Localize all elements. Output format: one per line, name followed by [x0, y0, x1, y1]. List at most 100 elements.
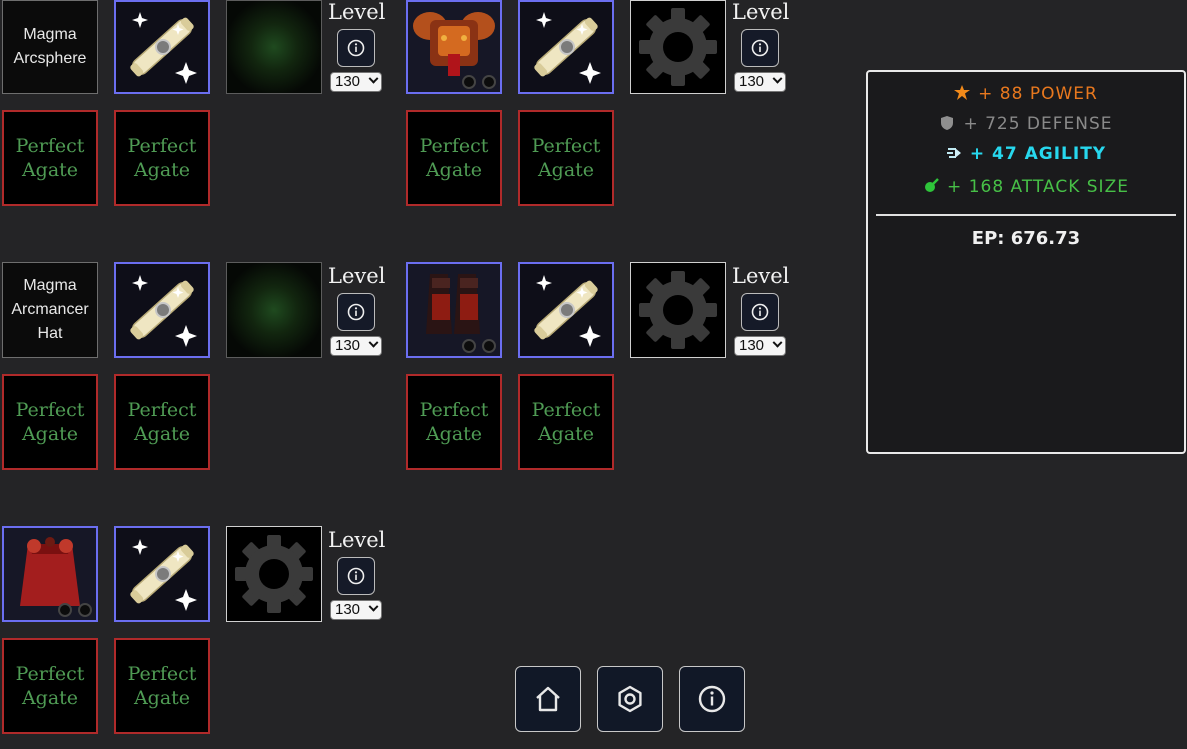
item-slot-gauntlets[interactable] — [406, 262, 502, 358]
socket-icon — [482, 75, 496, 89]
gem-label: Perfect Agate — [127, 663, 197, 709]
attack-size-icon — [925, 178, 939, 192]
item-slot-chest-armor[interactable] — [406, 0, 502, 94]
enchant-scroll-slot[interactable] — [518, 0, 614, 94]
level-info-button[interactable] — [337, 29, 375, 67]
gem-slot[interactable]: Perfect Agate — [2, 638, 98, 734]
gem-label: Perfect Agate — [531, 399, 601, 445]
chevron-down-icon — [772, 73, 783, 84]
gem-slot[interactable]: Perfect Agate — [114, 110, 210, 206]
item-name: Magma Arcmancer Hat — [11, 277, 89, 342]
level-select[interactable]: 130 — [330, 336, 382, 356]
info-icon — [347, 39, 365, 57]
enchant-scroll-slot[interactable] — [114, 0, 210, 94]
stat-agility: + 47 AGILITY — [868, 144, 1184, 164]
scroll-icon — [534, 12, 601, 84]
gear-icon — [235, 535, 313, 613]
stats-panel: + 88 POWER + 725 DEFENSE + 47 AGILITY + … — [866, 70, 1186, 454]
settings-button[interactable] — [597, 666, 663, 732]
enchant-scroll-slot[interactable] — [518, 262, 614, 358]
info-button[interactable] — [679, 666, 745, 732]
level-info-button[interactable] — [741, 293, 779, 331]
info-icon — [347, 567, 365, 585]
info-icon — [347, 303, 365, 321]
scroll-icon — [534, 275, 601, 347]
socket-icon — [482, 339, 496, 353]
item-slot-magma-arcsphere[interactable]: Magma Arcsphere — [2, 0, 98, 94]
stat-attack-size-text: + 168 ATTACK SIZE — [947, 177, 1129, 197]
enchant-scroll-slot[interactable] — [114, 526, 210, 622]
level-select[interactable]: 130 — [734, 336, 786, 356]
agility-icon — [946, 148, 961, 158]
ep-value: EP: 676.73 — [971, 228, 1081, 249]
level-info-button[interactable] — [337, 293, 375, 331]
gem-slot[interactable]: Perfect Agate — [518, 374, 614, 470]
empty-gear-slot[interactable] — [226, 526, 322, 622]
chevron-down-icon — [368, 601, 379, 612]
gem-label: Perfect Agate — [127, 399, 197, 445]
scroll-icon — [130, 539, 197, 611]
scroll-icon — [130, 12, 197, 84]
gear-icon — [639, 8, 717, 86]
gear-icon — [639, 271, 717, 349]
info-icon — [698, 685, 726, 713]
home-icon — [536, 686, 560, 712]
empty-gear-slot[interactable] — [630, 0, 726, 94]
socket-icon — [58, 603, 72, 617]
gem-label: Perfect Agate — [15, 399, 85, 445]
level-info-button[interactable] — [337, 557, 375, 595]
stat-power: + 88 POWER — [868, 84, 1184, 104]
level-select-value: 130 — [335, 601, 361, 618]
empty-gear-slot[interactable] — [630, 262, 726, 358]
level-select-value: 130 — [335, 337, 361, 354]
gem-label: Perfect Agate — [419, 135, 489, 181]
level-label: Level — [328, 264, 386, 288]
gem-slot[interactable]: Perfect Agate — [2, 374, 98, 470]
level-select-value: 130 — [739, 337, 765, 354]
stat-defense-text: + 725 DEFENSE — [963, 114, 1113, 134]
gem-slot[interactable]: Perfect Agate — [114, 638, 210, 734]
stat-attack-size: + 168 ATTACK SIZE — [868, 177, 1184, 197]
shield-icon — [941, 116, 954, 130]
scroll-icon — [130, 275, 197, 347]
level-label: Level — [328, 528, 386, 552]
hexagon-settings-icon — [618, 685, 642, 713]
gem-slot[interactable]: Perfect Agate — [2, 110, 98, 206]
level-select[interactable]: 130 — [330, 72, 382, 92]
empty-green-slot[interactable] — [226, 0, 322, 94]
gem-label: Perfect Agate — [531, 135, 601, 181]
chevron-down-icon — [368, 337, 379, 348]
level-select-value: 130 — [739, 73, 765, 90]
stat-defense: + 725 DEFENSE — [868, 114, 1184, 134]
enchant-scroll-slot[interactable] — [114, 262, 210, 358]
stat-power-text: + 88 POWER — [978, 84, 1098, 104]
item-slot-cape[interactable] — [2, 526, 98, 622]
level-label: Level — [732, 264, 790, 288]
gem-slot[interactable]: Perfect Agate — [114, 374, 210, 470]
info-icon — [751, 303, 769, 321]
socket-icon — [462, 339, 476, 353]
gem-label: Perfect Agate — [419, 399, 489, 445]
level-select[interactable]: 130 — [734, 72, 786, 92]
gem-label: Perfect Agate — [127, 135, 197, 181]
chevron-down-icon — [772, 337, 783, 348]
panel-divider — [876, 214, 1176, 216]
empty-green-slot[interactable] — [226, 262, 322, 358]
info-icon — [751, 39, 769, 57]
item-slot-magma-arcmancer-hat[interactable]: Magma Arcmancer Hat — [2, 262, 98, 358]
home-button[interactable] — [515, 666, 581, 732]
gem-slot[interactable]: Perfect Agate — [518, 110, 614, 206]
gem-label: Perfect Agate — [15, 663, 85, 709]
item-name: Magma Arcsphere — [13, 26, 87, 67]
socket-icon — [78, 603, 92, 617]
power-icon — [954, 85, 971, 100]
chevron-down-icon — [368, 73, 379, 84]
gem-slot[interactable]: Perfect Agate — [406, 110, 502, 206]
level-info-button[interactable] — [741, 29, 779, 67]
level-select[interactable]: 130 — [330, 600, 382, 620]
gem-label: Perfect Agate — [15, 135, 85, 181]
level-label: Level — [732, 0, 790, 24]
socket-icon — [462, 75, 476, 89]
stat-agility-text: + 47 AGILITY — [969, 144, 1107, 164]
gem-slot[interactable]: Perfect Agate — [406, 374, 502, 470]
